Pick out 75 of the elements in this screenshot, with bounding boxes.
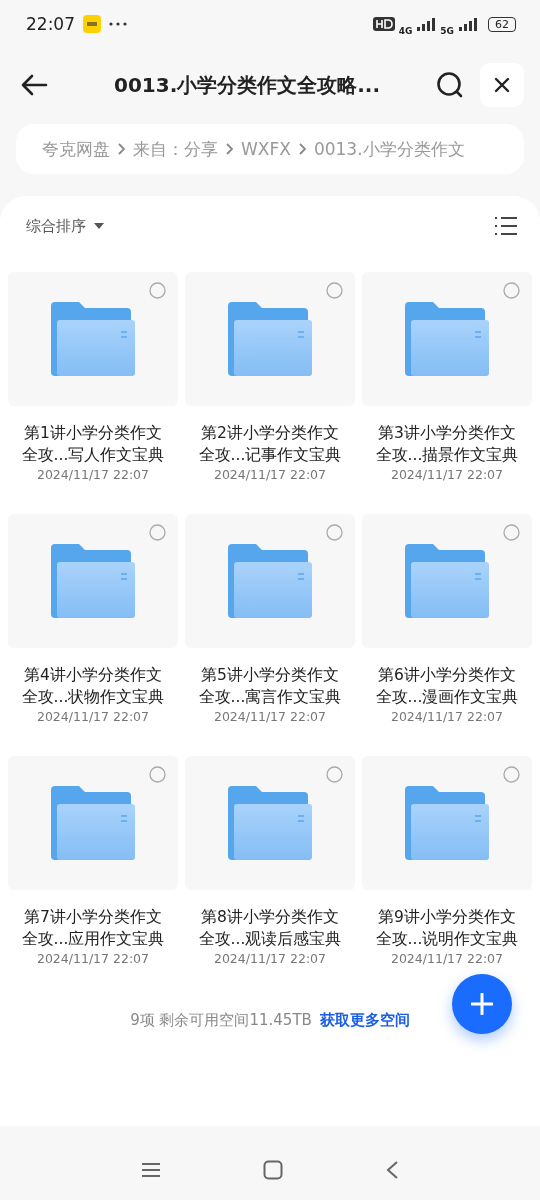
folder-icon [228,302,312,376]
checkbox[interactable] [326,766,343,783]
folder-thumbnail[interactable] [185,756,355,890]
menu-icon[interactable] [141,1162,161,1178]
app-notification-icon [83,15,101,33]
signal-icon [416,17,437,31]
chevron-icon [226,143,233,155]
checkbox[interactable] [326,524,343,541]
folder-thumbnail[interactable] [185,272,355,406]
folder-icon [51,544,135,618]
file-name: 第9讲小学分类作文全攻...说明作文宝典 [374,907,520,950]
list-view-icon[interactable] [494,216,518,236]
file-date: 2024/11/17 22:07 [36,951,149,966]
checkbox[interactable] [503,766,520,783]
folder-icon [405,302,489,376]
chevron-icon [298,143,306,155]
battery-level: 62 [488,16,516,32]
file-date: 2024/11/17 22:07 [390,951,503,966]
close-button[interactable] [480,63,524,107]
get-more-space-link[interactable]: 获取更多空间 [319,1011,410,1030]
window-title: 0013.小学分类作文全攻略... [112,71,382,99]
file-date: 2024/11/17 22:07 [213,467,326,482]
storage-summary: 9项 剩余可用空间11.45TB [130,1011,312,1030]
folder-thumbnail[interactable] [8,756,178,890]
checkbox[interactable] [503,282,520,299]
folder-thumbnail[interactable] [185,514,355,648]
home-icon[interactable] [263,1160,283,1180]
file-name: 第2讲小学分类作文全攻...记事作文宝典 [197,423,343,466]
clock: 22:07 [26,14,75,34]
file-name: 第5讲小学分类作文全攻...寓言作文宝典 [197,665,343,708]
network-type: 5G [440,26,454,36]
file-name: 第3讲小学分类作文全攻...描景作文宝典 [374,423,520,466]
sort-dropdown[interactable]: 综合排序 [26,216,104,236]
breadcrumb-item[interactable]: 0013.小学分类作文 [313,137,465,161]
back-icon[interactable] [20,73,48,97]
folder-thumbnail[interactable] [362,514,532,648]
signal-icon [458,17,478,31]
caret-icon [94,223,104,229]
more-icon [109,22,127,26]
file-date: 2024/11/17 22:07 [390,709,503,724]
checkbox[interactable] [326,282,343,299]
file-date: 2024/11/17 22:07 [213,951,326,966]
chevron-icon [118,143,125,155]
file-date: 2024/11/17 22:07 [390,467,503,482]
checkbox[interactable] [503,524,520,541]
hd-icon [372,17,395,31]
folder-icon [51,302,135,376]
checkbox[interactable] [149,524,166,541]
folder-icon [228,786,312,860]
breadcrumb-item[interactable]: 夸克网盘 [42,137,110,161]
folder-thumbnail[interactable] [362,272,532,406]
checkbox[interactable] [149,282,166,299]
folder-icon [228,544,312,618]
plus-icon [471,993,493,1015]
file-name: 第1讲小学分类作文全攻...写人作文宝典 [20,423,166,466]
folder-icon [51,786,135,860]
checkbox[interactable] [149,766,166,783]
breadcrumb-item[interactable]: WXFX [241,139,291,159]
file-name: 第7讲小学分类作文全攻...应用作文宝典 [20,907,166,950]
file-date: 2024/11/17 22:07 [213,709,326,724]
breadcrumb-item[interactable]: 来自：分享 [133,137,218,161]
folder-thumbnail[interactable] [8,514,178,648]
folder-icon [405,544,489,618]
folder-thumbnail[interactable] [362,756,532,890]
search-icon[interactable] [436,71,464,99]
folder-thumbnail[interactable] [8,272,178,406]
folder-icon [405,786,489,860]
file-date: 2024/11/17 22:07 [36,467,149,482]
network-type: 4G [398,26,413,36]
file-date: 2024/11/17 22:07 [36,709,149,724]
add-button[interactable] [452,974,512,1034]
file-name: 第8讲小学分类作文全攻...观读后感宝典 [197,907,343,950]
close-icon [494,77,510,93]
file-name: 第6讲小学分类作文全攻...漫画作文宝典 [374,665,520,708]
file-name: 第4讲小学分类作文全攻...状物作文宝典 [20,665,166,708]
